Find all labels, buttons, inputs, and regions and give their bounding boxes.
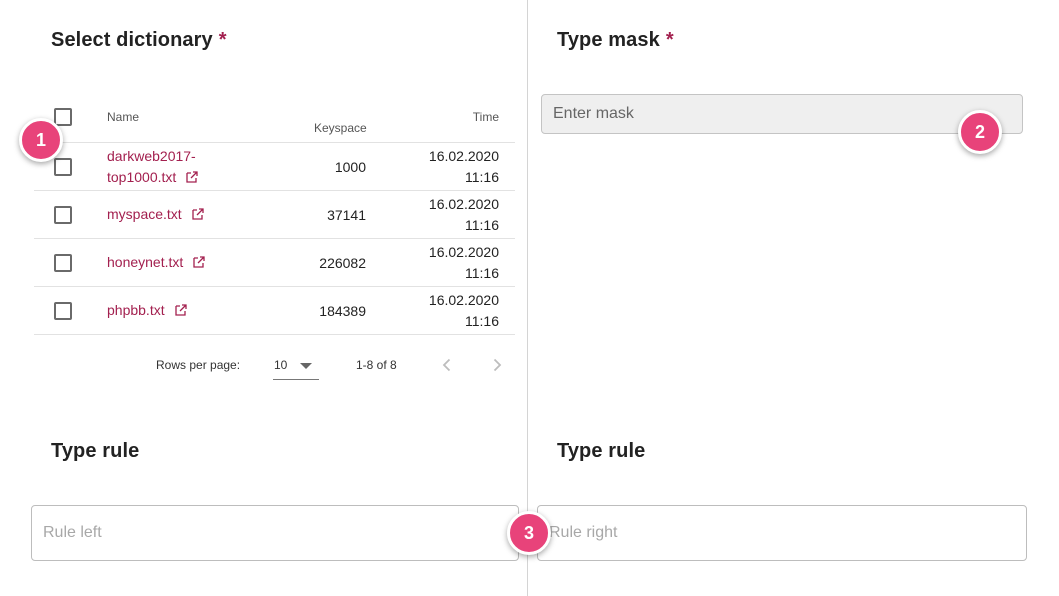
keyspace-value: 184389 xyxy=(319,303,366,319)
row-checkbox[interactable] xyxy=(54,158,72,176)
time-clock: 11:16 xyxy=(465,169,499,185)
header-name[interactable]: Name xyxy=(107,110,139,124)
external-link-icon xyxy=(191,208,204,220)
callout-badge-2: 2 xyxy=(958,110,1002,154)
dictionary-name-line2: top1000.txt xyxy=(107,169,177,185)
dictionary-link[interactable]: myspace.txt xyxy=(107,204,204,225)
table-row: phpbb.txt 184389 16.02.2020 11:16 xyxy=(34,287,515,335)
header-keyspace[interactable]: Keyspace xyxy=(314,121,367,135)
dictionary-link[interactable]: phpbb.txt xyxy=(107,300,187,321)
type-rule-right-title: Type rule xyxy=(557,440,646,462)
time-clock: 11:16 xyxy=(465,265,499,281)
external-link-icon xyxy=(174,304,187,316)
rows-per-page-select[interactable]: 10 xyxy=(273,353,319,380)
chevron-right-icon[interactable] xyxy=(485,353,509,377)
keyspace-value: 37141 xyxy=(327,207,366,223)
attack-config-page: Select dictionary * Name Keyspace Time da… xyxy=(0,0,1059,596)
select-all-checkbox[interactable] xyxy=(54,108,72,126)
row-checkbox[interactable] xyxy=(54,302,72,320)
rule-right-input[interactable] xyxy=(537,505,1027,561)
dictionary-table: Name Keyspace Time darkweb2017- top1000.… xyxy=(34,102,515,335)
caret-down-icon xyxy=(300,363,312,369)
time-clock: 11:16 xyxy=(465,313,499,329)
rows-per-page-value: 10 xyxy=(274,358,288,372)
keyspace-value: 1000 xyxy=(334,159,366,175)
time-value: 16.02.2020 11:16 xyxy=(429,290,499,332)
time-value: 16.02.2020 11:16 xyxy=(429,242,499,284)
time-date: 16.02.2020 xyxy=(428,196,499,212)
header-time[interactable]: Time xyxy=(473,110,499,124)
callout-badge-3: 3 xyxy=(507,511,551,555)
chevron-left-icon[interactable] xyxy=(435,353,459,377)
dictionary-name: phpbb.txt xyxy=(107,302,165,318)
dictionary-name: honeynet.txt xyxy=(107,254,184,270)
time-value: 16.02.2020 11:16 xyxy=(429,146,499,188)
callout-badge-1: 1 xyxy=(19,118,63,162)
table-row: myspace.txt 37141 16.02.2020 11:16 xyxy=(34,191,515,239)
time-value: 16.02.2020 11:16 xyxy=(429,194,499,236)
table-row: darkweb2017- top1000.txt 1000 16.02.2020… xyxy=(34,143,515,191)
time-date: 16.02.2020 xyxy=(428,148,499,164)
dictionary-link[interactable]: honeynet.txt xyxy=(107,252,205,273)
column-divider xyxy=(527,0,528,596)
rows-per-page-label: Rows per page: xyxy=(156,358,241,372)
external-link-icon xyxy=(193,256,205,268)
external-link-icon xyxy=(186,171,198,183)
dictionary-link[interactable]: darkweb2017- top1000.txt xyxy=(107,146,198,188)
table-header: Name Keyspace Time xyxy=(34,102,515,143)
rule-left-input[interactable] xyxy=(31,505,519,561)
dictionary-name-line1: darkweb2017- xyxy=(107,148,196,164)
keyspace-value: 226082 xyxy=(319,255,366,271)
time-date: 16.02.2020 xyxy=(428,244,499,260)
row-checkbox[interactable] xyxy=(54,254,72,272)
table-pagination: Rows per page: 10 1-8 of 8 xyxy=(34,345,515,385)
time-date: 16.02.2020 xyxy=(428,292,499,308)
time-clock: 11:16 xyxy=(465,217,499,233)
type-mask-title: Type mask * xyxy=(557,29,674,52)
dictionary-name: myspace.txt xyxy=(107,206,182,222)
mask-input[interactable] xyxy=(541,94,1023,134)
pagination-range: 1-8 of 8 xyxy=(356,358,397,372)
required-mark: * xyxy=(665,29,674,51)
select-dictionary-title: Select dictionary * xyxy=(51,29,227,52)
row-checkbox[interactable] xyxy=(54,206,72,224)
table-row: honeynet.txt 226082 16.02.2020 11:16 xyxy=(34,239,515,287)
type-mask-label: Type mask xyxy=(557,29,660,51)
select-dictionary-label: Select dictionary xyxy=(51,29,213,51)
type-rule-left-title: Type rule xyxy=(51,440,140,462)
required-mark: * xyxy=(218,29,227,51)
